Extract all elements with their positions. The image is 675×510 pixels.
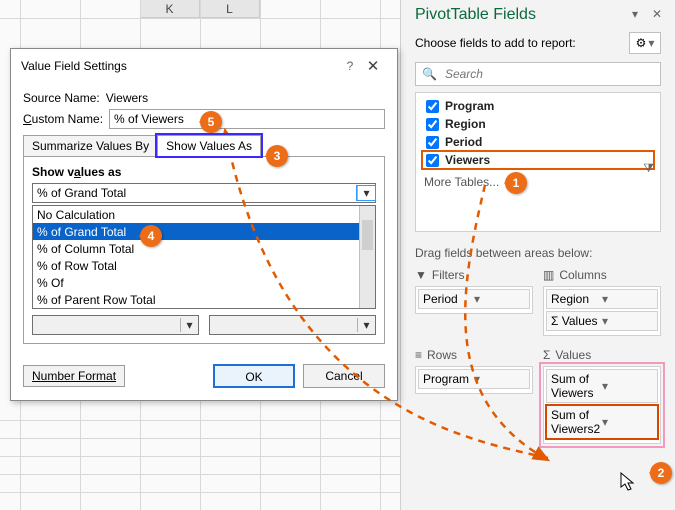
- list-item[interactable]: % Of: [33, 274, 359, 291]
- area-header-label: Values: [555, 348, 591, 362]
- field-program[interactable]: Program: [422, 97, 654, 115]
- area-item[interactable]: Sum of Viewers▾: [546, 369, 658, 403]
- field-label: Viewers: [445, 153, 490, 167]
- show-values-as-label: Show values as: [32, 165, 376, 179]
- custom-name-label: Custom Name:: [23, 112, 103, 126]
- pane-title: PivotTable Fields: [415, 6, 621, 24]
- show-values-as-combo[interactable]: % of Grand Total ▾: [32, 183, 376, 203]
- chevron-down-icon: ▾: [357, 318, 375, 332]
- base-field-combo[interactable]: ▾: [32, 315, 199, 335]
- close-icon[interactable]: ✕: [649, 7, 665, 23]
- filter-icon[interactable]: ⧩: [643, 161, 654, 176]
- annotation-4: 4: [140, 225, 162, 247]
- combo-value: % of Grand Total: [33, 186, 357, 200]
- number-format-button[interactable]: Number Format: [23, 365, 125, 387]
- tab-summarize[interactable]: Summarize Values By: [23, 135, 158, 156]
- value-field-settings-dialog: Value Field Settings ? ✕ Source Name: Vi…: [10, 48, 398, 401]
- tab-panel: Show values as % of Grand Total ▾ No Cal…: [23, 156, 385, 344]
- field-checkbox[interactable]: [426, 100, 439, 113]
- area-header-label: Filters: [432, 268, 465, 282]
- chevron-down-icon: ▾: [602, 379, 653, 393]
- cancel-button[interactable]: Cancel: [303, 364, 385, 388]
- pane-subtitle: Choose fields to add to report:: [415, 36, 623, 50]
- gear-icon: ⚙: [636, 36, 647, 50]
- field-viewers[interactable]: Viewers: [422, 151, 654, 169]
- list-item[interactable]: % of Parent Row Total: [33, 291, 359, 308]
- dialog-title: Value Field Settings: [21, 59, 341, 73]
- chevron-down-icon: ▾: [602, 415, 653, 429]
- area-header-label: Rows: [427, 348, 457, 362]
- search-icon: 🔍: [422, 67, 437, 81]
- col-header[interactable]: K: [140, 0, 200, 18]
- scrollbar[interactable]: [359, 206, 375, 308]
- list-item[interactable]: No Calculation: [33, 206, 359, 223]
- area-rows: ≡ Rows Program▾: [415, 346, 533, 444]
- help-icon[interactable]: ?: [341, 59, 359, 73]
- gear-button[interactable]: ⚙▾: [629, 32, 661, 54]
- annotation-5: 5: [200, 111, 222, 133]
- area-columns: ▥ Columns Region▾ Σ Values▾: [543, 266, 661, 336]
- area-item[interactable]: Σ Values▾: [546, 311, 658, 331]
- tab-show-values-as[interactable]: Show Values As: [157, 135, 261, 156]
- annotation-2: 2: [650, 462, 672, 484]
- scroll-thumb[interactable]: [362, 220, 373, 250]
- more-tables-link[interactable]: More Tables...: [422, 175, 654, 189]
- field-label: Program: [445, 99, 494, 113]
- col-header[interactable]: L: [200, 0, 260, 18]
- chevron-down-icon: ▾: [602, 292, 653, 306]
- rows-area-icon: ≡: [415, 348, 422, 362]
- chevron-down-icon: ▾: [180, 318, 198, 332]
- field-checkbox[interactable]: [426, 136, 439, 149]
- base-item-combo[interactable]: ▾: [209, 315, 376, 335]
- source-name-label: Source Name:: [23, 91, 100, 105]
- area-filters: ▼ Filters Period▾: [415, 266, 533, 336]
- field-checkbox[interactable]: [426, 118, 439, 131]
- show-values-as-list: No Calculation % of Grand Total % of Col…: [32, 205, 376, 309]
- area-header-label: Columns: [559, 268, 606, 282]
- source-name-value: Viewers: [106, 91, 148, 105]
- field-region[interactable]: Region: [422, 115, 654, 133]
- cursor-icon: [620, 472, 638, 494]
- area-item[interactable]: Program▾: [418, 369, 530, 389]
- drag-areas-label: Drag fields between areas below:: [401, 232, 675, 266]
- pane-dropdown-icon[interactable]: ▾: [627, 7, 643, 23]
- chevron-down-icon: ▾: [474, 292, 525, 306]
- fields-list: Program Region Period Viewers ⧩ More Tab…: [415, 92, 661, 232]
- area-item-sum-viewers2[interactable]: Sum of Viewers2▾: [546, 405, 658, 439]
- list-item[interactable]: % of Row Total: [33, 257, 359, 274]
- dialog-tabs: Summarize Values By Show Values As: [23, 135, 385, 156]
- area-values: Σ Values Sum of Viewers▾ Sum of Viewers2▾: [543, 346, 661, 444]
- close-icon[interactable]: ✕: [359, 57, 387, 75]
- field-checkbox[interactable]: [426, 154, 439, 167]
- area-item[interactable]: Period▾: [418, 289, 530, 309]
- columns-area-icon: ▥: [543, 268, 554, 282]
- chevron-down-icon: ▾: [648, 36, 654, 50]
- filter-area-icon: ▼: [415, 268, 427, 282]
- chevron-down-icon[interactable]: ▾: [357, 186, 375, 200]
- list-item-selected[interactable]: % of Grand Total: [33, 223, 359, 240]
- area-item[interactable]: Region▾: [546, 289, 658, 309]
- search-input[interactable]: [443, 66, 654, 82]
- search-field[interactable]: 🔍: [415, 62, 661, 86]
- annotation-1: 1: [505, 172, 527, 194]
- annotation-3: 3: [266, 145, 288, 167]
- ok-button[interactable]: OK: [213, 364, 295, 388]
- field-label: Period: [445, 135, 482, 149]
- pivot-fields-pane: PivotTable Fields ▾ ✕ Choose fields to a…: [400, 0, 675, 510]
- custom-name-input[interactable]: [109, 109, 385, 129]
- field-label: Region: [445, 117, 486, 131]
- list-item[interactable]: % of Column Total: [33, 240, 359, 257]
- field-period[interactable]: Period: [422, 133, 654, 151]
- values-area-icon: Σ: [543, 348, 550, 362]
- chevron-down-icon: ▾: [474, 372, 525, 386]
- chevron-down-icon: ▾: [602, 314, 653, 328]
